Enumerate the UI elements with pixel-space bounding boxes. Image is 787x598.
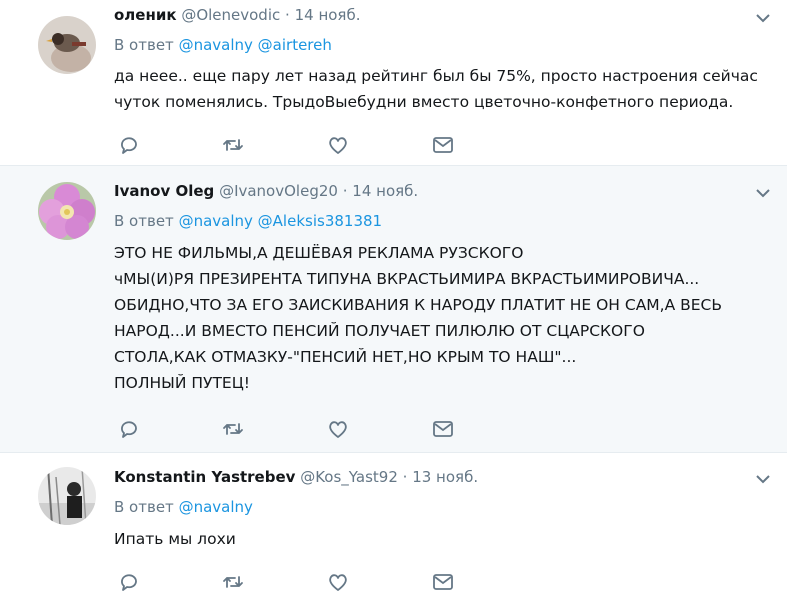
mention-link[interactable]: @navalny [179,212,253,230]
separator-dot: · [285,6,290,24]
envelope-icon[interactable] [432,418,454,440]
heart-icon[interactable] [327,571,349,593]
separator-dot: · [402,468,408,486]
user-handle[interactable]: @Kos_Yast92 [300,468,398,486]
tweet-actions [0,134,787,154]
reply-context: В ответ @navalny @airtereh [114,36,332,54]
mention-link[interactable]: @airtereh [258,36,332,54]
chevron-down-icon[interactable] [753,8,773,28]
envelope-icon[interactable] [432,134,454,156]
mention-link[interactable]: @navalny [179,36,253,54]
tweet-header: Konstantin Yastrebev @Kos_Yast92 · 13 но… [114,467,478,487]
display-name[interactable]: Ivanov Oleg [114,182,214,200]
avatar[interactable] [38,467,96,525]
display-name[interactable]: оленик [114,6,177,24]
reply-context: В ответ @navalny [114,498,253,516]
heart-icon[interactable] [327,134,349,156]
tweet-header: Ivanov Oleg @IvanovOleg20 · 14 нояб. [114,181,418,201]
reply-prefix: В ответ [114,212,174,230]
retweet-icon[interactable] [222,134,244,156]
retweet-icon[interactable] [222,571,244,593]
avatar[interactable] [38,16,96,74]
reply-icon[interactable] [118,418,140,440]
tweet-1[interactable]: оленик @Olenevodic · 14 нояб. В ответ @n… [0,0,787,166]
tweet-text: ЭТО НЕ ФИЛЬМЫ,А ДЕШЁВАЯ РЕКЛАМА РУЗСКОГО… [114,244,723,392]
reply-context: В ответ @navalny @Aleksis381381 [114,212,382,230]
chevron-down-icon[interactable] [753,469,773,489]
reply-prefix: В ответ [114,36,174,54]
display-name[interactable]: Konstantin Yastrebev [114,468,295,486]
reply-icon[interactable] [118,571,140,593]
tweet-header: оленик @Olenevodic · 14 нояб. [114,5,360,25]
retweet-icon[interactable] [222,418,244,440]
user-handle[interactable]: @IvanovOleg20 [219,182,338,200]
mention-link[interactable]: @Aleksis381381 [258,212,382,230]
reply-icon[interactable] [118,134,140,156]
tweet-text: Ипать мы лохи [114,530,236,548]
timestamp[interactable]: 14 нояб. [295,6,361,24]
tweet-2[interactable]: Ivanov Oleg @IvanovOleg20 · 14 нояб. В о… [0,166,787,453]
reply-prefix: В ответ [114,498,174,516]
heart-icon[interactable] [327,418,349,440]
tweet-actions [0,571,787,591]
tweet-3[interactable]: Konstantin Yastrebev @Kos_Yast92 · 13 но… [0,453,787,598]
avatar[interactable] [38,182,96,240]
mention-link[interactable]: @navalny [179,498,253,516]
timestamp[interactable]: 13 нояб. [412,468,478,486]
user-handle[interactable]: @Olenevodic [181,6,280,24]
chevron-down-icon[interactable] [753,183,773,203]
timestamp[interactable]: 14 нояб. [352,182,418,200]
tweet-text: да неее.. еще пару лет назад рейтинг был… [114,67,758,111]
separator-dot: · [342,182,348,200]
tweet-actions [0,418,787,438]
envelope-icon[interactable] [432,571,454,593]
